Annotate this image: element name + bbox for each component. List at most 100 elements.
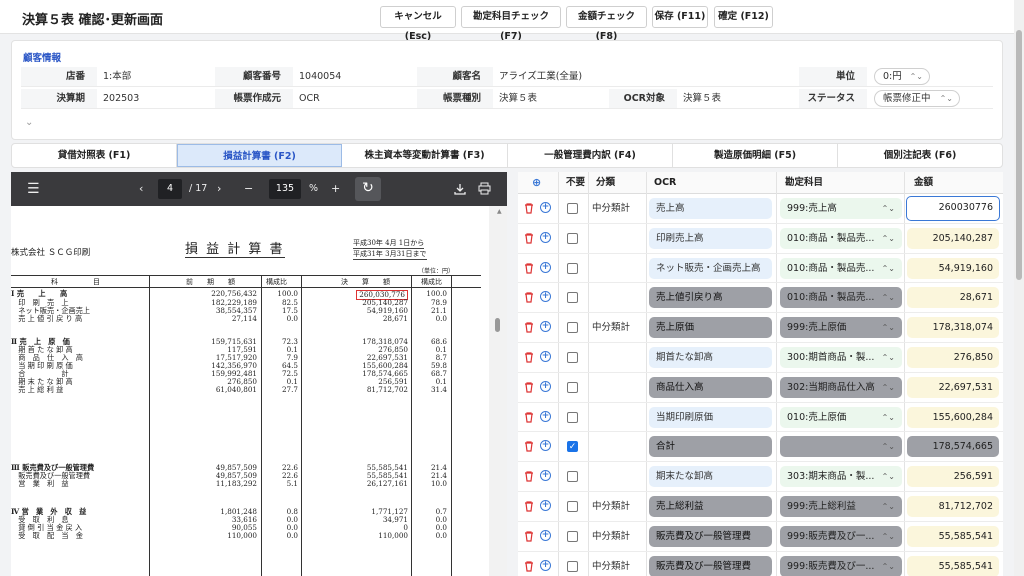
amount-field[interactable]: 55,585,541 xyxy=(907,525,999,547)
ocr-field[interactable]: 合計 xyxy=(649,436,772,458)
zoom-in-icon[interactable]: + xyxy=(331,172,340,206)
unneeded-checkbox[interactable] xyxy=(567,381,578,393)
delete-icon[interactable] xyxy=(524,411,534,423)
amount-field[interactable]: 22,697,531 xyxy=(907,376,999,398)
prev-page-icon[interactable]: ‹ xyxy=(139,172,143,206)
add-row-icon[interactable]: + xyxy=(540,231,551,243)
delete-icon[interactable] xyxy=(524,560,534,572)
account-check-button[interactable]: 勘定科目チェック (F7) xyxy=(461,6,561,42)
ocr-field[interactable]: 販売費及び一般管理費 xyxy=(649,555,772,576)
add-row-icon[interactable]: + xyxy=(540,261,551,273)
page-scrollbar[interactable] xyxy=(1014,0,1024,576)
amount-field[interactable]: 256,591 xyxy=(907,466,999,488)
unneeded-checkbox[interactable] xyxy=(567,232,578,244)
account-select[interactable]: 303:期末商品・製... ⌃⌄ xyxy=(780,466,902,488)
ocr-field[interactable]: 売上総利益 xyxy=(649,496,772,517)
ocr-field[interactable]: 売上高 xyxy=(649,198,772,219)
add-row-icon[interactable]: + xyxy=(540,351,551,362)
zoom-out-icon[interactable]: − xyxy=(244,172,253,206)
unneeded-checkbox[interactable] xyxy=(567,411,578,423)
print-icon[interactable] xyxy=(478,182,491,195)
save-button[interactable]: 保存 (F11) xyxy=(652,6,708,28)
account-select[interactable]: 010:商品・製品売... ⌃⌄ xyxy=(780,287,902,309)
pdf-scroll-thumb[interactable] xyxy=(495,318,500,332)
ocr-field[interactable]: 印刷売上高 xyxy=(649,227,772,249)
account-select[interactable]: ⌃⌄ xyxy=(780,436,902,458)
amount-field[interactable]: 178,318,074 xyxy=(907,317,999,339)
amount-field[interactable]: 28,671 xyxy=(907,287,999,309)
unneeded-checkbox[interactable] xyxy=(567,352,578,363)
tab-income-statement[interactable]: 損益計算書 (F2) xyxy=(177,144,342,167)
expand-chevron-icon[interactable]: ⌄ xyxy=(25,117,33,128)
tab-admin-expenses[interactable]: 一般管理費内訳 (F4) xyxy=(508,144,673,167)
unneeded-checkbox[interactable] xyxy=(567,262,578,274)
unit-select[interactable]: 0:円 ⌃⌄ xyxy=(874,68,930,85)
delete-icon[interactable] xyxy=(524,352,534,363)
account-select[interactable]: 010:売上原価 ⌃⌄ xyxy=(780,406,902,428)
unneeded-checkbox[interactable] xyxy=(567,292,578,304)
add-row-icon[interactable]: + xyxy=(540,321,551,333)
delete-icon[interactable] xyxy=(524,233,534,244)
amount-field[interactable]: 55,585,541 xyxy=(907,555,999,576)
status-select[interactable]: 帳票修正中 ⌃⌄ xyxy=(874,90,960,107)
tab-balance-sheet[interactable]: 貸借対照表 (F1) xyxy=(12,144,177,167)
add-row-icon[interactable]: + xyxy=(540,440,551,452)
ocr-field[interactable]: 売上原価 xyxy=(649,317,772,339)
delete-icon[interactable] xyxy=(524,382,534,393)
amount-field[interactable]: 54,919,160 xyxy=(907,257,999,279)
tab-notes[interactable]: 個別注記表 (F6) xyxy=(838,144,1002,167)
account-select[interactable]: 999:売上高 ⌃⌄ xyxy=(780,198,902,219)
account-select[interactable]: 010:商品・製品売... ⌃⌄ xyxy=(780,227,902,249)
delete-icon[interactable] xyxy=(524,203,534,214)
delete-icon[interactable] xyxy=(524,471,534,482)
add-row-icon[interactable]: + xyxy=(540,202,551,213)
ocr-field[interactable]: ネット販売・企画売上高 xyxy=(649,257,772,279)
amount-check-button[interactable]: 金額チェック (F8) xyxy=(566,6,647,42)
rotate-icon[interactable]: ↻ xyxy=(355,177,381,201)
pdf-scrollbar[interactable]: ▲ xyxy=(489,206,507,576)
unneeded-checkbox[interactable]: ✓ xyxy=(567,441,578,453)
delete-icon[interactable] xyxy=(524,322,534,333)
add-row-icon[interactable]: + xyxy=(540,410,551,422)
add-row-icon[interactable]: + xyxy=(540,529,551,541)
cancel-button[interactable]: キャンセル (Esc) xyxy=(380,6,456,42)
unneeded-checkbox[interactable] xyxy=(567,471,578,483)
amount-field[interactable]: 155,600,284 xyxy=(907,406,999,428)
menu-icon[interactable]: ☰ xyxy=(27,172,40,206)
page-scroll-thumb[interactable] xyxy=(1016,30,1022,280)
account-select[interactable]: 999:販売費及び一... ⌃⌄ xyxy=(780,525,902,547)
unneeded-checkbox[interactable] xyxy=(567,530,578,542)
ocr-field[interactable]: 売上値引戻り高 xyxy=(649,287,772,309)
ocr-field[interactable]: 販売費及び一般管理費 xyxy=(649,525,772,547)
tab-equity-statement[interactable]: 株主資本等変動計算書 (F3) xyxy=(342,144,508,167)
account-select[interactable]: 010:商品・製品売... ⌃⌄ xyxy=(780,257,902,279)
delete-icon[interactable] xyxy=(524,501,534,512)
download-icon[interactable] xyxy=(454,183,466,195)
add-row-icon[interactable]: + xyxy=(540,559,551,571)
delete-icon[interactable] xyxy=(524,262,534,274)
amount-field[interactable]: 178,574,665 xyxy=(907,436,999,458)
ocr-field[interactable]: 期末たな卸高 xyxy=(649,466,772,488)
amount-field[interactable]: 260030776 xyxy=(906,196,1000,221)
page-number-input[interactable]: 4 xyxy=(158,179,182,199)
delete-icon[interactable] xyxy=(524,441,534,452)
tab-manufacturing-cost[interactable]: 製造原価明細 (F5) xyxy=(673,144,838,167)
ocr-field[interactable]: 期首たな卸高 xyxy=(649,347,772,368)
unneeded-checkbox[interactable] xyxy=(567,501,578,512)
unneeded-checkbox[interactable] xyxy=(567,560,578,572)
unneeded-checkbox[interactable] xyxy=(567,322,578,334)
add-row-icon[interactable]: + xyxy=(540,470,551,482)
delete-icon[interactable] xyxy=(524,531,534,542)
account-select[interactable]: 999:売上総利益 ⌃⌄ xyxy=(780,496,902,517)
amount-field[interactable]: 205,140,287 xyxy=(907,227,999,249)
add-row-top-icon[interactable]: ⊕ xyxy=(532,172,544,194)
add-row-icon[interactable]: + xyxy=(540,380,551,392)
amount-field[interactable]: 276,850 xyxy=(907,347,999,368)
account-select[interactable]: 302:当期商品仕入高 ⌃⌄ xyxy=(780,376,902,398)
account-select[interactable]: 999:販売費及び一... ⌃⌄ xyxy=(780,555,902,576)
add-row-icon[interactable]: + xyxy=(540,500,551,511)
next-page-icon[interactable]: › xyxy=(217,172,221,206)
ocr-field[interactable]: 商品仕入高 xyxy=(649,376,772,398)
account-select[interactable]: 300:期首商品・製... ⌃⌄ xyxy=(780,347,902,368)
zoom-input[interactable]: 135 xyxy=(269,179,301,199)
